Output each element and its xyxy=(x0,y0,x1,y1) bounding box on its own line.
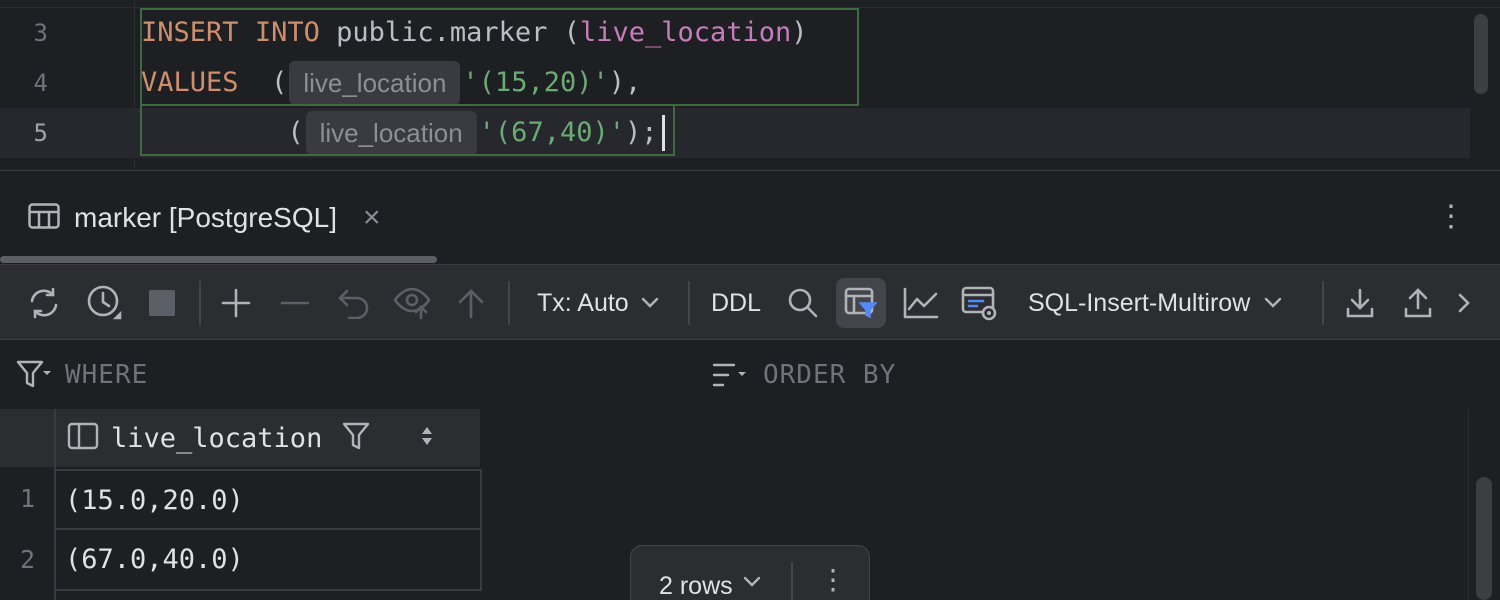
column-reference: live_location xyxy=(579,17,792,48)
parameter-hint: live_location xyxy=(289,61,461,105)
paren-close: ) xyxy=(624,117,642,148)
download-icon[interactable] xyxy=(1344,265,1376,341)
table-reference: public.marker ( xyxy=(319,17,580,48)
chevron-down-icon[interactable] xyxy=(743,576,761,588)
row-number[interactable]: 1 xyxy=(0,469,55,529)
paren-close: ), xyxy=(608,67,642,98)
more-options-icon[interactable]: ⋮ xyxy=(819,566,847,594)
revert-icon[interactable] xyxy=(336,265,372,341)
table-cell[interactable]: (15.0,20.0) xyxy=(56,469,482,530)
toolbar-separator xyxy=(199,281,201,325)
value-viewer-icon[interactable] xyxy=(960,265,1000,341)
export-format-dropdown[interactable]: SQL-Insert-Multirow xyxy=(1028,265,1304,341)
chart-icon[interactable] xyxy=(902,265,940,341)
column-icon xyxy=(67,422,99,455)
editor-top-border xyxy=(0,0,1500,8)
editor-scrollbar[interactable] xyxy=(1474,14,1488,94)
column-filter-icon[interactable] xyxy=(342,421,370,456)
filter-view-icon[interactable] xyxy=(836,265,886,341)
row-count-popup: 2 rows ⋮ xyxy=(630,545,870,600)
string-literal: '(15,20)' xyxy=(462,67,609,98)
toolbar-separator xyxy=(1322,281,1324,325)
chevron-down-icon xyxy=(1265,297,1282,308)
upload-icon[interactable] xyxy=(1402,265,1434,341)
grid-corner[interactable] xyxy=(0,409,55,467)
code-line[interactable]: 4 VALUES (live_location '(15,20)'), xyxy=(0,58,1470,108)
semicolon: ; xyxy=(641,117,658,148)
preview-changes-icon[interactable] xyxy=(392,265,434,341)
chevron-right-icon[interactable] xyxy=(1452,265,1476,341)
results-tab-bar: marker [PostgreSQL] × ⋮ xyxy=(0,170,1500,264)
paren-open: ( xyxy=(271,67,288,98)
line-number: 5 xyxy=(33,119,48,147)
add-row-icon[interactable] xyxy=(218,265,254,341)
grid-scrollbar-thumb[interactable] xyxy=(1476,477,1492,600)
paren-open: ( xyxy=(287,117,304,148)
close-icon[interactable]: × xyxy=(363,203,381,233)
filter-bar: WHERE ORDER BY xyxy=(0,341,1500,409)
submit-icon[interactable] xyxy=(454,265,488,341)
line-number: 4 xyxy=(33,69,48,97)
line-number: 3 xyxy=(33,19,48,47)
row-count-label[interactable]: 2 rows xyxy=(659,572,733,600)
parameter-hint: live_location xyxy=(305,111,477,155)
column-header-live-location[interactable]: live_location xyxy=(56,409,480,467)
transaction-mode-label: Tx: Auto xyxy=(537,288,629,317)
tab-active-indicator xyxy=(0,256,437,263)
tab-marker[interactable]: marker [PostgreSQL] × xyxy=(0,171,381,265)
chevron-down-icon xyxy=(641,297,658,308)
export-format-label: SQL-Insert-Multirow xyxy=(1028,288,1251,317)
transaction-mode-dropdown[interactable]: Tx: Auto xyxy=(537,265,667,341)
code-text[interactable]: INSERT INTO public.marker (live_location… xyxy=(141,8,808,58)
where-filter-input[interactable]: WHERE xyxy=(65,341,148,409)
code-line-current[interactable]: 5 (live_location '(67,40)'); xyxy=(0,108,1470,158)
history-icon[interactable] xyxy=(84,265,126,341)
refresh-icon[interactable] xyxy=(24,265,64,341)
more-options-icon[interactable]: ⋮ xyxy=(1436,199,1466,235)
stop-icon[interactable] xyxy=(146,265,178,341)
text-caret xyxy=(661,115,665,151)
string-literal: '(67,40)' xyxy=(478,117,625,148)
column-header-label: live_location xyxy=(111,422,323,454)
paren-close: ) xyxy=(791,17,808,48)
results-toolbar: Tx: Auto DDL SQL-Insert-Multirow xyxy=(0,264,1500,340)
row-count-separator xyxy=(791,562,793,600)
code-text[interactable]: (live_location '(67,40)'); xyxy=(141,108,665,158)
toolbar-separator xyxy=(688,281,690,325)
code-line[interactable]: 3 INSERT INTO public.marker (live_locati… xyxy=(0,8,1470,58)
ddl-button[interactable]: DDL xyxy=(710,265,762,341)
row-number[interactable]: 2 xyxy=(0,530,55,590)
keyword-into: INTO xyxy=(254,17,320,48)
order-by-input[interactable]: ORDER BY xyxy=(763,341,896,409)
search-icon[interactable] xyxy=(786,265,820,341)
code-text[interactable]: VALUES (live_location '(15,20)'), xyxy=(141,58,641,108)
tab-title: marker [PostgreSQL] xyxy=(74,202,337,233)
table-icon xyxy=(28,202,60,234)
keyword-insert: INSERT xyxy=(141,17,239,48)
remove-row-icon[interactable] xyxy=(278,265,312,341)
table-cell[interactable]: (67.0,40.0) xyxy=(56,530,482,591)
keyword-values: VALUES xyxy=(141,67,239,98)
sort-toggle-icon[interactable] xyxy=(420,425,434,452)
sort-icon[interactable] xyxy=(712,361,748,396)
sql-editor[interactable]: 3 INSERT INTO public.marker (live_locati… xyxy=(0,0,1500,168)
toolbar-separator xyxy=(508,281,510,325)
filter-icon[interactable] xyxy=(16,359,52,396)
ddl-label: DDL xyxy=(710,288,761,317)
